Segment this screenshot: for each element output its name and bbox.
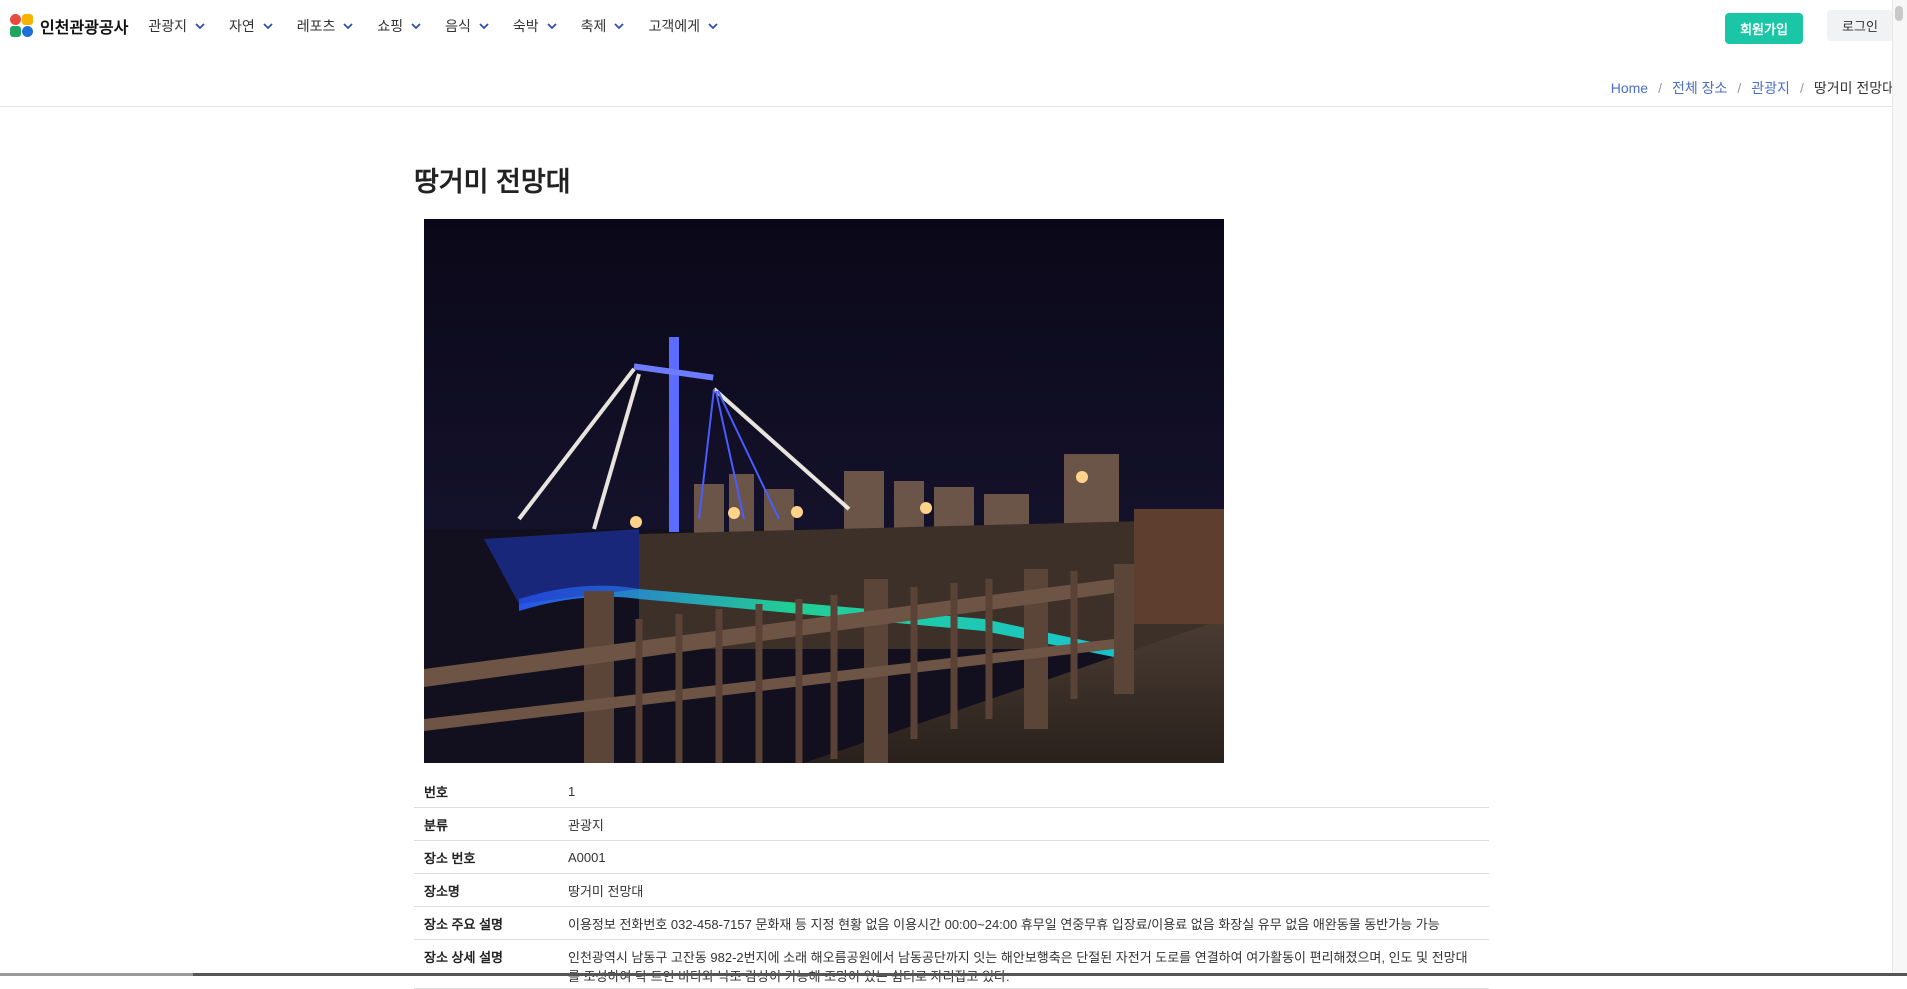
vertical-scrollbar-thumb[interactable] [1895,6,1903,21]
brand-name: 인천관광공사 [40,20,129,37]
table-row: 분류 관광지 [414,807,1489,841]
menu-item-label: 쇼핑 [377,18,404,34]
signup-button[interactable]: 회원가입 [1725,13,1803,44]
login-button[interactable]: 로그인 [1827,10,1893,41]
menu-item-label: 축제 [580,18,607,34]
header-divider [0,106,1907,107]
menu-item-customer[interactable]: 고객에게 [648,16,720,36]
table-row: 장소 주요 설명 이용정보 전화번호 032-458-7157 문화재 등 지정… [414,906,1489,940]
menu-item-leisure[interactable]: 레포츠 [297,16,356,36]
breadcrumb-category-link[interactable]: 관광지 [1751,78,1790,98]
detail-value: 1 [558,775,1489,808]
breadcrumb-separator: / [1799,80,1804,96]
detail-value: A0001 [558,840,1489,874]
detail-label: 분류 [414,807,558,841]
menu-item-festival[interactable]: 축제 [581,16,627,36]
detail-label: 번호 [414,775,558,808]
menu-item-label: 관광지 [148,18,187,34]
main-menu: 관광지 자연 레포츠 쇼핑 음식 숙박 축제 고객에게 [148,16,742,36]
breadcrumb-home-link[interactable]: Home [1611,80,1648,96]
top-navbar: 인천관광공사 관광지 자연 레포츠 쇼핑 음식 숙박 축제 고객에게 [0,0,1907,52]
detail-label: 장소 주요 설명 [414,906,558,940]
page-title: 땅거미 전망대 [414,167,571,197]
chevron-down-icon [614,23,625,30]
detail-value: 관광지 [558,807,1489,841]
menu-item-tourist-sites[interactable]: 관광지 [148,16,207,36]
chevron-down-icon [708,23,718,30]
menu-item-label: 숙박 [512,18,539,34]
menu-item-label: 음식 [445,18,471,34]
breadcrumb-separator: / [1737,80,1742,96]
menu-item-food[interactable]: 음식 [445,16,491,36]
brand-logo-link[interactable]: 인천관광공사 [10,14,128,38]
detail-value: 인천광역시 남동구 고잔동 982-2번지에 소래 해오름공원에서 남동공단까지… [558,939,1489,989]
breadcrumb-separator: / [1658,80,1662,96]
menu-item-lodging[interactable]: 숙박 [513,16,559,36]
detail-value: 이용정보 전화번호 032-458-7157 문화재 등 지정 현황 없음 이용… [558,906,1489,940]
table-row: 장소명 땅거미 전망대 [414,873,1489,907]
chevron-down-icon [195,23,205,30]
chevron-down-icon [547,23,557,30]
menu-item-nature[interactable]: 자연 [229,16,275,36]
detail-value: 땅거미 전망대 [558,873,1489,907]
chevron-down-icon [263,23,273,30]
detail-label: 장소 상세 설명 [414,939,558,989]
detail-label: 장소 번호 [414,840,558,874]
menu-item-label: 고객에게 [648,18,700,34]
detail-label: 장소명 [414,873,558,907]
table-row: 번호 1 [414,775,1489,808]
menu-item-label: 레포츠 [296,18,336,34]
brand-logo-icon [10,14,34,38]
vertical-scrollbar[interactable] [1892,0,1907,976]
chevron-down-icon [343,23,354,30]
breadcrumb-all-places-link[interactable]: 전체 장소 [1672,78,1727,98]
menu-item-label: 자연 [228,18,255,34]
table-row: 장소 상세 설명 인천광역시 남동구 고잔동 982-2번지에 소래 해오름공원… [414,939,1489,989]
place-details-table: 번호 1 분류 관광지 장소 번호 A0001 장소명 땅거미 전망대 장소 주… [414,775,1489,989]
menu-item-shopping[interactable]: 쇼핑 [377,16,423,36]
chevron-down-icon [411,23,421,30]
breadcrumb-current: 땅거미 전망대 [1813,80,1895,96]
breadcrumb: Home / 전체 장소 / 관광지 / 땅거미 전망대 [1611,78,1895,98]
table-row: 장소 번호 A0001 [414,840,1489,874]
place-photo [424,219,1224,763]
chevron-down-icon [479,23,489,30]
